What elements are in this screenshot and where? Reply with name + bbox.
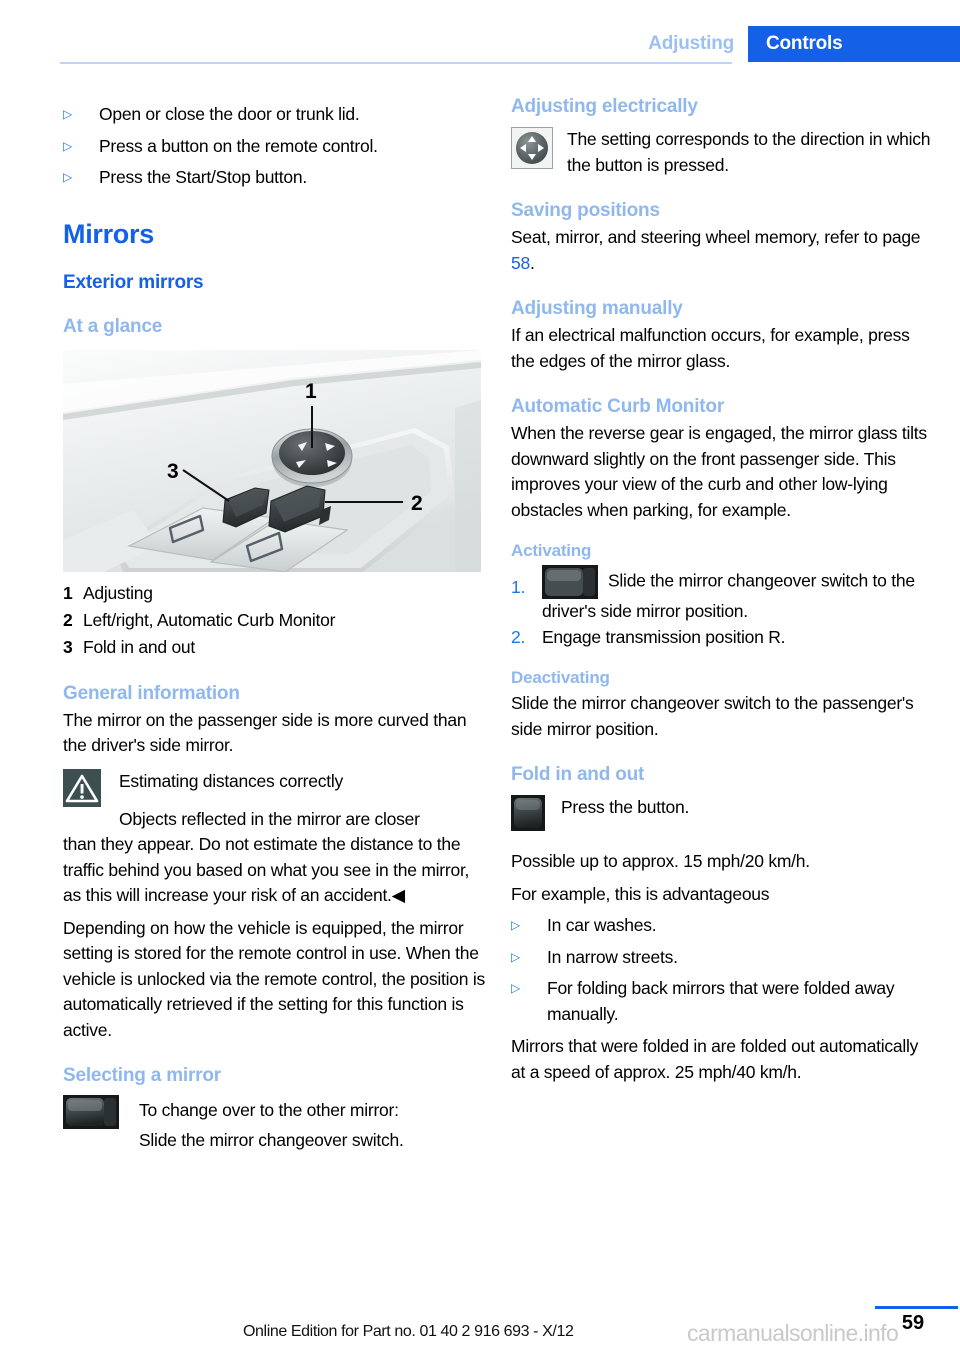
list-item: 1. Slide the mirror changeover switch to… bbox=[511, 565, 935, 625]
page-title: Mirrors bbox=[63, 218, 154, 249]
warning-text: than they appear. Do not estimate the di… bbox=[63, 834, 470, 905]
right-column: Adjusting electrically The setting corre… bbox=[511, 96, 935, 1085]
selecting-a-mirror-texts: To change over to the other mirror: Slid… bbox=[139, 1095, 404, 1155]
legend-label: Left/right, Automatic Curb Monitor bbox=[83, 609, 336, 630]
page-number-rule bbox=[875, 1306, 958, 1309]
tab-controls[interactable]: Controls bbox=[748, 26, 960, 62]
heading-general-information: General information bbox=[63, 682, 240, 704]
callout-3: 3 bbox=[167, 460, 179, 483]
list-item: ▷ In car washes. bbox=[511, 913, 935, 939]
step-label: Engage transmission position R. bbox=[542, 626, 786, 647]
saving-positions-text: Seat, mirror, and steering wheel memory,… bbox=[511, 225, 935, 276]
legend-number: 2 bbox=[63, 609, 73, 630]
deactivating-text: Slide the mirror changeover switch to th… bbox=[511, 693, 914, 739]
selecting-line-1: To change over to the other mirror: bbox=[139, 1100, 399, 1120]
page-header: Adjusting Controls bbox=[0, 0, 960, 62]
warning-header: Estimating distances correctly bbox=[63, 768, 487, 807]
page-reference-link[interactable]: 58 bbox=[511, 253, 530, 273]
activating-step-1-body: Slide the mirror changeover switch to th… bbox=[542, 565, 935, 625]
heading-activating: Activating bbox=[511, 541, 592, 560]
joystick-icon bbox=[511, 127, 553, 169]
list-item: ▷ For folding back mirrors that were fol… bbox=[511, 976, 935, 1027]
page-number: 59 bbox=[901, 1312, 925, 1334]
fold-speed-text: Possible up to approx. 15 mph/20 km/h. bbox=[511, 851, 810, 871]
triangle-bullet-icon: ▷ bbox=[511, 981, 520, 995]
selecting-a-mirror-block: To change over to the other mirror: Slid… bbox=[63, 1095, 487, 1155]
header-tabs: Adjusting Controls bbox=[648, 26, 960, 62]
legend-number: 3 bbox=[63, 636, 73, 657]
remote-control-text: Depending on how the vehicle is equipped… bbox=[63, 917, 486, 1040]
heading-adjusting-manually: Adjusting manually bbox=[511, 298, 683, 319]
callout-2: 2 bbox=[411, 492, 423, 515]
list-item-label: In narrow streets. bbox=[547, 946, 678, 967]
legend-label: Fold in and out bbox=[83, 636, 196, 657]
footer-watermark: carmanualsonline.info bbox=[687, 1320, 899, 1346]
callout-1: 1 bbox=[305, 380, 317, 403]
general-information-text: The mirror on the passenger side is more… bbox=[63, 709, 467, 756]
triangle-bullet-icon: ▷ bbox=[63, 138, 72, 153]
heading-automatic-curb-monitor: Automatic Curb Monitor bbox=[511, 396, 725, 417]
mirror-changeover-switch-icon bbox=[63, 1095, 119, 1129]
list-item-label: Open or close the door or trunk lid. bbox=[99, 104, 360, 124]
page-footer: Online Edition for Part no. 01 40 2 916 … bbox=[0, 1300, 960, 1362]
intro-bullet-list: ▷ Open or close the door or trunk lid. ▷… bbox=[63, 102, 487, 191]
list-item: 1 Adjusting bbox=[63, 580, 487, 607]
step-number: 2. bbox=[511, 626, 526, 647]
adjusting-electrically-block: The setting corresponds to the direction… bbox=[511, 127, 935, 178]
door-panel-illustration: 1 2 3 bbox=[63, 349, 481, 572]
list-item: ▷ Press a button on the remote control. bbox=[63, 134, 487, 160]
triangle-bullet-icon: ▷ bbox=[511, 918, 520, 932]
tab-adjusting[interactable]: Adjusting bbox=[648, 26, 748, 62]
adjusting-electrically-text: The setting corresponds to the direction… bbox=[567, 129, 931, 175]
saving-positions-suffix: . bbox=[529, 252, 535, 273]
list-item: 2. Engage transmission position R. bbox=[511, 625, 935, 651]
warning-block: Estimating distances correctly Objects r… bbox=[63, 768, 487, 909]
header-divider bbox=[60, 62, 732, 64]
warning-text-first-line: Objects reflected in the mirror are clos… bbox=[119, 808, 420, 829]
saving-positions-prefix: Seat, mirror, and steering wheel memory,… bbox=[511, 227, 921, 247]
list-item: ▷ Open or close the door or trunk lid. bbox=[63, 102, 487, 128]
fold-press-button-block: Press the button. bbox=[511, 795, 935, 831]
list-item: ▷ Press the Start/Stop button. bbox=[63, 165, 487, 191]
heading-exterior-mirrors: Exterior mirrors bbox=[63, 271, 204, 293]
legend-label: Adjusting bbox=[83, 582, 153, 603]
list-item-label: Press the Start/Stop button. bbox=[99, 167, 307, 187]
heading-at-a-glance: At a glance bbox=[63, 315, 163, 337]
fold-example-lead: For example, this is advantageous bbox=[511, 883, 770, 904]
triangle-bullet-icon: ▷ bbox=[63, 107, 72, 121]
list-item: 3 Fold in and out bbox=[63, 634, 487, 661]
triangle-bullet-icon: ▷ bbox=[63, 170, 72, 184]
activating-step-list: 1. Slide the mirror changeover switch to… bbox=[511, 565, 935, 650]
list-item-label: Press a button on the remote control. bbox=[99, 135, 378, 156]
door-panel-svg: 1 2 3 bbox=[63, 349, 481, 572]
adjusting-manually-text: If an electrical malfunction occurs, for… bbox=[511, 325, 910, 371]
triangle-bullet-icon: ▷ bbox=[511, 949, 520, 964]
fold-button-icon bbox=[511, 795, 545, 831]
curb-monitor-text: When the reverse gear is engaged, the mi… bbox=[511, 423, 927, 520]
warning-icon bbox=[63, 768, 101, 807]
mirror-changeover-switch-icon bbox=[542, 565, 598, 599]
selecting-line-2: Slide the mirror changeover switch. bbox=[139, 1130, 404, 1150]
warning-title: Estimating distances correctly bbox=[119, 770, 343, 791]
fold-auto-text: Mirrors that were folded in are folded o… bbox=[511, 1036, 919, 1082]
heading-deactivating: Deactivating bbox=[511, 668, 610, 687]
footer-edition-text: Online Edition for Part no. 01 40 2 916 … bbox=[243, 1323, 574, 1340]
heading-fold-in-and-out: Fold in and out bbox=[511, 764, 645, 785]
list-item: ▷ In narrow streets. bbox=[511, 945, 935, 971]
heading-adjusting-electrically: Adjusting electrically bbox=[511, 96, 698, 117]
heading-selecting-a-mirror: Selecting a mirror bbox=[63, 1065, 221, 1086]
list-item-label: For folding back mirrors that were folde… bbox=[547, 978, 895, 1024]
list-item-label: In car washes. bbox=[547, 915, 657, 935]
list-item: 2 Left/right, Automatic Curb Monitor bbox=[63, 607, 487, 634]
legend-number: 1 bbox=[63, 582, 73, 603]
fold-bullet-list: ▷ In car washes. ▷ In narrow streets. ▷ … bbox=[511, 913, 935, 1027]
step-number: 1. bbox=[511, 577, 526, 597]
fold-press-text: Press the button. bbox=[561, 797, 690, 817]
legend-list: 1 Adjusting 2 Left/right, Automatic Curb… bbox=[63, 580, 487, 661]
left-column: ▷ Open or close the door or trunk lid. ▷… bbox=[63, 96, 487, 1155]
heading-saving-positions: Saving positions bbox=[511, 200, 660, 221]
